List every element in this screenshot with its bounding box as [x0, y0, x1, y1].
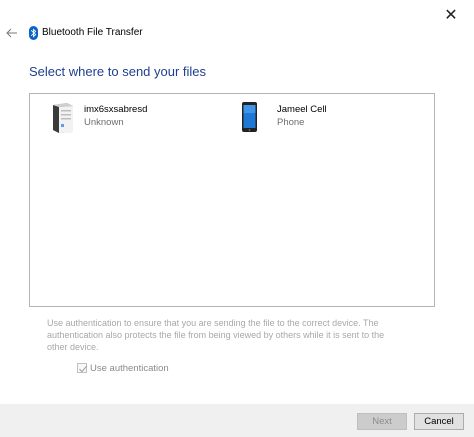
computer-tower-icon [53, 103, 73, 133]
footer-bar: Next Cancel [0, 404, 474, 437]
back-arrow-icon [6, 28, 17, 38]
title-bar: Bluetooth File Transfer [0, 26, 300, 44]
device-name: imx6sxsabresd [84, 104, 148, 115]
device-name: Jameel Cell [277, 104, 327, 115]
device-type: Unknown [84, 117, 124, 128]
checkmark-icon [79, 365, 88, 373]
device-item-imx6sxsabresd[interactable]: imx6sxsabresd Unknown [47, 100, 207, 134]
use-authentication-option[interactable]: Use authentication [77, 362, 169, 374]
device-item-jameel-cell[interactable]: Jameel Cell Phone [240, 100, 390, 134]
authentication-description: Use authentication to ensure that you ar… [47, 318, 385, 352]
close-button[interactable]: ✕ [428, 0, 474, 30]
device-type: Phone [277, 117, 305, 128]
close-icon: ✕ [444, 7, 458, 24]
cancel-button[interactable]: Cancel [414, 413, 464, 430]
page-heading: Select where to send your files [29, 64, 207, 79]
device-list: imx6sxsabresd Unknown Jameel Cell Phone [29, 93, 435, 307]
phone-icon [242, 102, 257, 132]
back-button[interactable] [5, 26, 19, 40]
window-title: Bluetooth File Transfer [42, 27, 143, 38]
bluetooth-icon [29, 26, 38, 40]
use-authentication-label: Use authentication [90, 362, 169, 374]
next-button[interactable]: Next [357, 413, 407, 430]
use-authentication-checkbox[interactable] [77, 363, 88, 373]
